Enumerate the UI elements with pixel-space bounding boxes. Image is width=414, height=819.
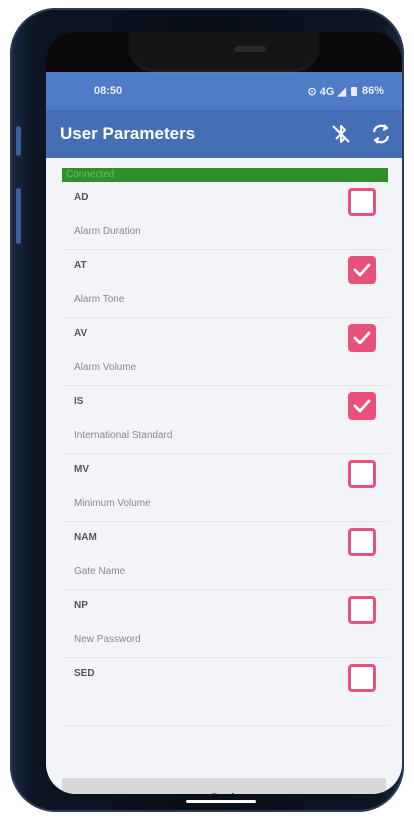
phone-screen: 08:50 ⊙ 4G ◢ 86% User Parameters Connect… [46,32,402,794]
page-title: User Parameters [60,124,196,143]
battery-level: 86% [361,85,384,97]
param-row-np: NP New Password [62,590,390,658]
param-code: SED [74,668,95,679]
phone-volume-button [16,188,21,244]
param-description: International Standard [74,430,173,441]
bluetooth-disabled-icon[interactable] [330,123,352,145]
status-bar: 08:50 ⊙ 4G ◢ 86% [46,72,402,110]
back-button[interactable]: Back [62,778,386,794]
param-checkbox-sed[interactable] [348,664,376,692]
parameter-list: AD Alarm Duration AT Alarm Tone AV Alarm Volu… [62,182,390,726]
battery-icon [350,86,357,96]
phone-frame: 08:50 ⊙ 4G ◢ 86% User Parameters Connect… [10,8,404,812]
param-code: AD [74,192,89,203]
connection-status-bar: Connected [62,168,388,182]
param-code: AV [74,328,88,339]
refresh-icon[interactable] [370,123,392,145]
param-code: MV [74,464,89,475]
param-description: Alarm Duration [74,226,141,237]
toolbar-actions [330,123,392,145]
phone-speaker [234,46,266,52]
param-description: Alarm Tone [74,294,125,305]
param-checkbox-nam[interactable] [348,528,376,556]
param-row-av: AV Alarm Volume [62,318,390,386]
param-code: NAM [74,532,97,543]
param-checkbox-is[interactable] [348,392,376,420]
home-indicator[interactable] [186,800,256,803]
param-checkbox-at[interactable] [348,256,376,284]
param-code: AT [74,260,87,271]
param-checkbox-np[interactable] [348,596,376,624]
param-checkbox-av[interactable] [348,324,376,352]
param-description: Alarm Volume [74,362,137,373]
param-checkbox-mv[interactable] [348,460,376,488]
param-row-at: AT Alarm Tone [62,250,390,318]
param-checkbox-ad[interactable] [348,188,376,216]
param-description: Gate Name [74,566,126,577]
status-indicators: ⊙ 4G ◢ 86% [308,85,385,98]
param-code: NP [74,600,88,611]
param-code: IS [74,396,84,407]
app-screen: 08:50 ⊙ 4G ◢ 86% User Parameters Connect… [46,72,402,794]
param-row-sed: SED [62,658,390,726]
app-toolbar: User Parameters [46,110,402,158]
param-row-mv: MV Minimum Volume [62,454,390,522]
param-row-is: IS International Standard [62,386,390,454]
param-description: Minimum Volume [74,498,151,509]
signal-icons: ⊙ 4G ◢ [307,85,346,98]
param-description: New Password [74,634,141,645]
phone-side-button [16,126,21,156]
param-row-ad: AD Alarm Duration [62,182,390,250]
param-row-nam: NAM Gate Name [62,522,390,590]
status-time: 08:50 [94,85,123,97]
phone-notch [130,32,318,70]
